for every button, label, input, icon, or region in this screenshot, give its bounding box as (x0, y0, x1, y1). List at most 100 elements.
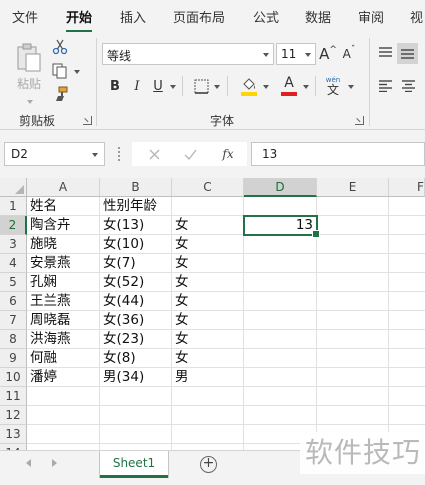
worksheet-grid[interactable]: A B C D E F 1 2 3 4 5 6 7 8 9 10 11 12 1… (0, 178, 425, 450)
align-center-button[interactable] (399, 77, 417, 95)
format-painter-button[interactable] (51, 85, 69, 103)
sheet-tab-sheet1[interactable]: Sheet1 (100, 451, 168, 478)
copy-dropdown-icon[interactable] (74, 70, 80, 74)
row-header-11[interactable]: 11 (0, 387, 27, 406)
cell-b6[interactable]: 女(44) (101, 292, 171, 311)
cell-a8[interactable]: 洪海燕 (28, 330, 99, 349)
cell-b10[interactable]: 男(34) (101, 368, 171, 387)
close-icon (149, 149, 159, 159)
row-header-3[interactable]: 3 (0, 235, 27, 254)
cell-a5[interactable]: 孔娴 (28, 273, 99, 292)
row-header-2[interactable]: 2 (0, 216, 27, 235)
font-size-select[interactable]: 11 (276, 43, 316, 65)
row-header-12[interactable]: 12 (0, 406, 27, 425)
phonetic-dropdown-icon[interactable] (348, 85, 354, 89)
cell-a10[interactable]: 潘婷 (28, 368, 99, 387)
bold-button[interactable]: B (106, 76, 124, 96)
borders-dropdown-icon[interactable] (214, 85, 220, 89)
paste-dropdown-icon[interactable] (27, 100, 33, 104)
phonetic-guide-button[interactable]: wén 文 (322, 73, 344, 99)
tab-insert[interactable]: 插入 (120, 7, 146, 26)
font-color-button[interactable]: A (278, 74, 300, 98)
cell-a9[interactable]: 何融 (28, 349, 99, 368)
enter-button[interactable] (182, 145, 198, 163)
align-left-button[interactable] (376, 77, 394, 95)
cell-a4[interactable]: 安景燕 (28, 254, 99, 273)
cell-b8[interactable]: 女(23) (101, 330, 171, 349)
cell-c9[interactable]: 女 (173, 349, 243, 368)
tab-page-layout[interactable]: 页面布局 (173, 7, 225, 26)
tab-review[interactable]: 审阅 (358, 7, 384, 26)
cell-c7[interactable]: 女 (173, 311, 243, 330)
cell-b7[interactable]: 女(36) (101, 311, 171, 330)
italic-button[interactable]: I (128, 76, 146, 96)
cell-c4[interactable]: 女 (173, 254, 243, 273)
select-all-button[interactable] (0, 178, 27, 197)
column-header-d[interactable]: D (244, 178, 317, 197)
row-header-1[interactable]: 1 (0, 197, 27, 216)
align-right-button[interactable] (420, 77, 425, 95)
cell-b5[interactable]: 女(52) (101, 273, 171, 292)
cell-c8[interactable]: 女 (173, 330, 243, 349)
row-header-10[interactable]: 10 (0, 368, 27, 387)
copy-button[interactable] (51, 62, 69, 80)
prev-sheet-icon[interactable] (26, 459, 31, 467)
column-header-a[interactable]: A (27, 178, 100, 197)
cell-c5[interactable]: 女 (173, 273, 243, 292)
name-box[interactable]: D2 (4, 142, 105, 166)
align-top-button[interactable] (376, 44, 394, 62)
cancel-button[interactable] (146, 145, 162, 163)
column-header-b[interactable]: B (100, 178, 172, 197)
cell-c3[interactable]: 女 (173, 235, 243, 254)
cell-b2[interactable]: 女(13) (101, 216, 171, 235)
cell-a7[interactable]: 周晓磊 (28, 311, 99, 330)
cell-a1[interactable]: 姓名 (28, 197, 99, 216)
underline-button[interactable]: U (149, 76, 167, 96)
cell-a6[interactable]: 王兰燕 (28, 292, 99, 311)
font-name-select[interactable]: 等线 (102, 43, 274, 65)
cell-b9[interactable]: 女(8) (101, 349, 171, 368)
row-header-5[interactable]: 5 (0, 273, 27, 292)
fill-color-button[interactable] (238, 74, 260, 98)
add-sheet-icon[interactable]: + (200, 456, 217, 473)
font-dialog-launcher-icon[interactable] (355, 116, 364, 125)
cell-b3[interactable]: 女(10) (101, 235, 171, 254)
formula-bar-resize-handle[interactable] (118, 147, 120, 161)
tab-home[interactable]: 开始 (66, 7, 93, 33)
next-sheet-icon[interactable] (52, 459, 57, 467)
column-header-e[interactable]: E (317, 178, 389, 197)
active-cell-selection[interactable] (243, 215, 320, 238)
paste-button[interactable]: 粘贴 (12, 38, 46, 96)
cell-a3[interactable]: 施晓 (28, 235, 99, 254)
align-middle-button[interactable] (397, 43, 418, 64)
clipboard-dialog-launcher-icon[interactable] (83, 116, 92, 125)
cell-b1[interactable]: 性别年龄 (101, 197, 171, 216)
row-header-8[interactable]: 8 (0, 330, 27, 349)
column-header-c[interactable]: C (172, 178, 244, 197)
cell-c2[interactable]: 女 (173, 216, 243, 235)
tab-data[interactable]: 数据 (305, 7, 331, 26)
shrink-font-button[interactable]: Aˇ (340, 44, 358, 64)
row-header-9[interactable]: 9 (0, 349, 27, 368)
row-header-4[interactable]: 4 (0, 254, 27, 273)
gridline (27, 405, 425, 406)
cell-b4[interactable]: 女(7) (101, 254, 171, 273)
tab-view[interactable]: 视 (410, 7, 423, 26)
font-color-dropdown-icon[interactable] (303, 85, 309, 89)
cell-c10[interactable]: 男 (173, 368, 243, 387)
formula-input[interactable]: 13 (251, 142, 425, 166)
row-header-13[interactable]: 13 (0, 425, 27, 444)
cut-button[interactable] (51, 38, 69, 56)
tab-formulas[interactable]: 公式 (253, 7, 279, 26)
tab-file[interactable]: 文件 (12, 7, 38, 26)
row-header-7[interactable]: 7 (0, 311, 27, 330)
underline-dropdown-icon[interactable] (170, 85, 176, 89)
column-header-f[interactable]: F (389, 178, 425, 197)
row-header-6[interactable]: 6 (0, 292, 27, 311)
borders-button[interactable] (192, 76, 210, 96)
fill-color-dropdown-icon[interactable] (263, 85, 269, 89)
cell-a2[interactable]: 陶含卉 (28, 216, 99, 235)
insert-function-button[interactable]: fx (218, 145, 238, 163)
cell-c6[interactable]: 女 (173, 292, 243, 311)
grow-font-button[interactable]: A ^ (319, 44, 337, 64)
